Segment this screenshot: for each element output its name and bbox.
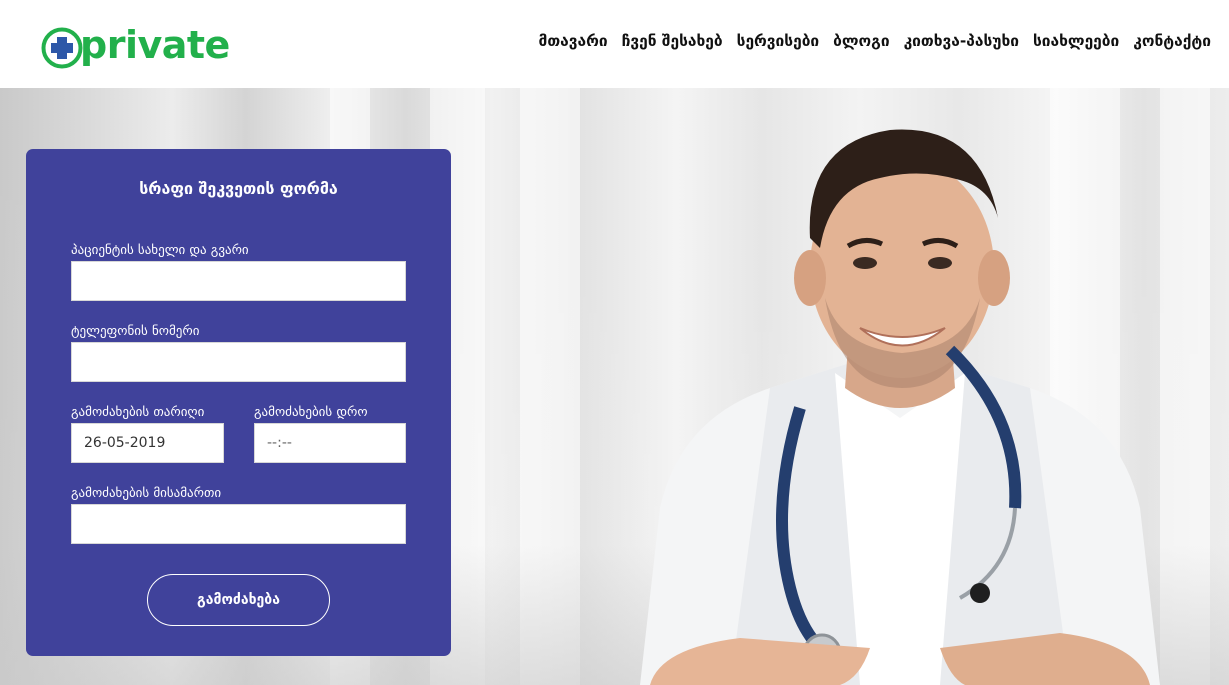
site-header: private მთავარი ჩვენ შესახებ სერვისები ბ… [0,0,1229,88]
nav-item-contact[interactable]: კონტაქტი [1133,32,1211,50]
date-input[interactable]: 26-05-2019 [71,423,224,463]
patient-name-label: პაციენტის სახელი და გვარი [71,243,249,258]
doctor-image [640,129,1160,685]
date-label: გამოძახების თარიღი [71,405,205,420]
time-input[interactable]: --:-- [254,423,406,463]
phone-label: ტელეფონის ნომერი [71,324,200,339]
main-nav: მთავარი ჩვენ შესახებ სერვისები ბლოგი კით… [539,32,1211,50]
logo-text: private [80,23,230,67]
nav-item-blog[interactable]: ბლოგი [833,32,889,50]
patient-name-input[interactable] [71,261,406,301]
address-label: გამოძახების მისამართი [71,486,222,501]
nav-item-faq[interactable]: კითხვა-პასუხი [904,32,1019,50]
nav-item-home[interactable]: მთავარი [539,32,608,50]
medical-cross-logo-icon [41,27,83,69]
form-title: სრაფი შეკვეთის ფორმა [139,179,338,198]
time-label: გამოძახების დრო [254,405,368,420]
nav-item-services[interactable]: სერვისები [737,32,820,50]
nav-item-news[interactable]: სიახლეები [1033,32,1119,50]
logo[interactable]: private [40,25,230,71]
call-doctor-button[interactable]: გამოძახება [147,574,330,626]
address-input[interactable] [71,504,406,544]
nav-item-about[interactable]: ჩვენ შესახებ [622,32,723,50]
quick-order-form: სრაფი შეკვეთის ფორმა პაციენტის სახელი და… [26,149,451,656]
phone-input[interactable] [71,342,406,382]
